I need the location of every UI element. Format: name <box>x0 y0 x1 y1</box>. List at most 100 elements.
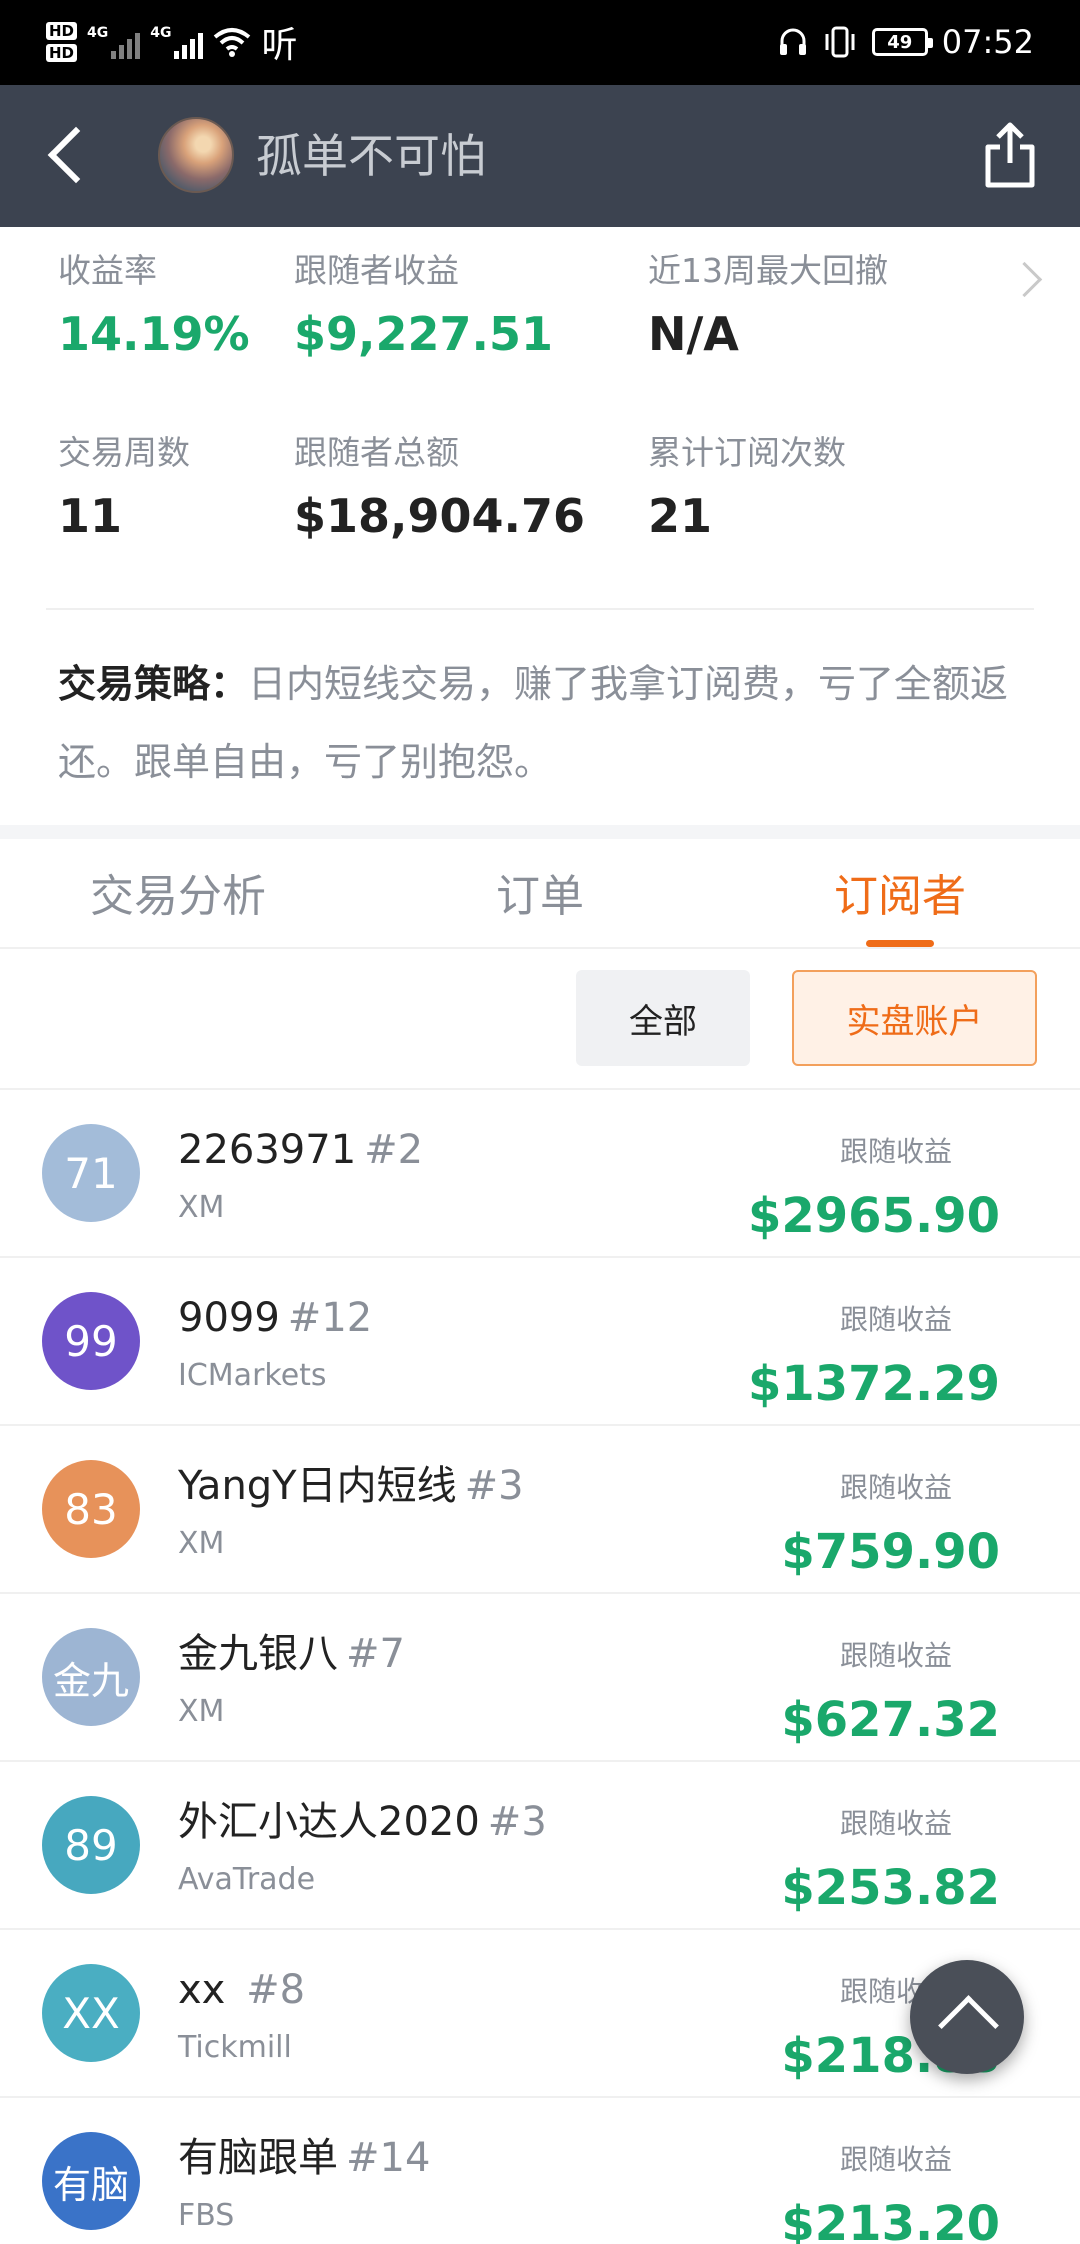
network-type-1: 4G <box>87 25 109 41</box>
subscriber-account: xx <box>178 1967 239 2013</box>
tab-trade-analysis[interactable]: 交易分析 <box>90 869 266 925</box>
earn-value: $2965.90 <box>747 1188 1000 1244</box>
listen-indicator: 听 <box>261 25 298 66</box>
page-title: 孤单不可怕 <box>256 129 486 183</box>
headphones-icon <box>779 28 806 55</box>
active-tab-indicator <box>866 940 934 947</box>
list-item[interactable]: 有脑 有脑跟单 #14 FBS 跟随收益 $213.20 <box>0 2098 1080 2244</box>
filter-bar: 全部 实盘账户 <box>0 950 1080 1090</box>
subscriber-account: 金九银八 <box>178 1631 338 1677</box>
stat-max-drawdown: 近13周最大回撤 N/A <box>648 249 888 365</box>
stat-value: $9,227.51 <box>294 307 553 361</box>
avatar[interactable]: 89 <box>42 1796 140 1894</box>
earn-label: 跟随收益 <box>839 1471 952 1504</box>
chevron-right-icon[interactable] <box>1012 259 1042 299</box>
stat-value: 21 <box>648 489 713 543</box>
earn-value: $1372.29 <box>747 1356 1000 1412</box>
list-item[interactable]: 99 9099 #12 ICMarkets 跟随收益 $1372.29 <box>0 1258 1080 1426</box>
stat-return-rate: 收益率 14.19% <box>58 249 250 365</box>
list-item[interactable]: 金九 金九银八 #7 XM 跟随收益 $627.32 <box>0 1594 1080 1762</box>
earn-label: 跟随收益 <box>839 1639 952 1672</box>
subscriber-name: YangY日内短线 #3 <box>178 1460 524 1512</box>
stat-value: 11 <box>58 489 123 543</box>
subscriber-name: 外汇小达人2020 #3 <box>178 1796 547 1848</box>
list-item[interactable]: 89 外汇小达人2020 #3 AvaTrade 跟随收益 $253.82 <box>0 1762 1080 1930</box>
stat-label: 累计订阅次数 <box>648 433 846 472</box>
subscriber-rank: #8 <box>246 1967 306 2013</box>
wifi-icon <box>214 28 251 57</box>
broker-name: ICMarkets <box>178 1358 327 1393</box>
share-icon[interactable] <box>980 119 1040 191</box>
filter-all-button[interactable]: 全部 <box>576 970 750 1066</box>
stat-value: $18,904.76 <box>294 489 586 543</box>
subscriber-account: 9099 <box>178 1295 280 1341</box>
subscriber-rank: #7 <box>346 1631 405 1677</box>
earn-value: $213.20 <box>781 2196 1000 2244</box>
clock: 07:52 <box>941 23 1034 61</box>
earn-label: 跟随收益 <box>839 1135 952 1168</box>
hd-badges: HD HD <box>46 22 78 62</box>
broker-name: FBS <box>178 2198 235 2233</box>
network-type-2: 4G <box>150 25 172 41</box>
stat-follower-total: 跟随者总额 $18,904.76 <box>294 431 585 547</box>
avatar[interactable]: 99 <box>42 1292 140 1390</box>
subscriber-account: YangY日内短线 <box>178 1463 457 1509</box>
broker-name: XM <box>178 1526 225 1561</box>
subscriber-rank: #3 <box>464 1463 524 1509</box>
status-bar: HD HD 4G 4G 听 49 07:52 <box>0 0 1080 85</box>
stat-subscriptions: 累计订阅次数 21 <box>648 431 846 547</box>
signal-icon-2: 4G <box>150 25 204 59</box>
scroll-to-top-button[interactable] <box>910 1960 1024 2074</box>
filter-real-account-button[interactable]: 实盘账户 <box>792 970 1037 1066</box>
subscriber-account: 2263971 <box>178 1127 357 1173</box>
stat-value: N/A <box>648 307 739 361</box>
status-right: 49 07:52 <box>778 14 1034 70</box>
subscriber-rank: #12 <box>287 1295 373 1341</box>
stat-label: 交易周数 <box>58 433 190 472</box>
earn-label: 跟随收益 <box>839 2143 952 2176</box>
subscriber-list: 71 2263971 #2 XM 跟随收益 $2965.90 99 9099 #12 ICMark… <box>0 1090 1080 2244</box>
avatar[interactable]: 83 <box>42 1460 140 1558</box>
subscriber-account: 外汇小达人2020 <box>178 1799 480 1845</box>
stat-label: 近13周最大回撤 <box>648 251 888 290</box>
status-left: HD HD 4G 4G 听 <box>46 14 298 70</box>
earn-label: 跟随收益 <box>839 1303 952 1336</box>
signal-icon-1: 4G <box>87 25 141 59</box>
stat-trade-weeks: 交易周数 11 <box>58 431 190 547</box>
subscriber-name: 9099 #12 <box>178 1292 372 1344</box>
stat-value: 14.19% <box>58 307 250 361</box>
subscriber-name: 2263971 #2 <box>178 1124 423 1176</box>
back-arrow-icon[interactable] <box>40 123 96 189</box>
tab-orders[interactable]: 订单 <box>496 869 584 925</box>
earn-value: $627.32 <box>781 1692 1000 1748</box>
avatar[interactable]: 有脑 <box>42 2132 140 2230</box>
stats-panel: 收益率 14.19% 跟随者收益 $9,227.51 近13周最大回撤 N/A … <box>0 227 1080 827</box>
stat-follower-profit: 跟随者收益 $9,227.51 <box>294 249 553 365</box>
subscriber-name: 金九银八 #7 <box>178 1628 405 1680</box>
avatar[interactable]: 金九 <box>42 1628 140 1726</box>
earn-label: 跟随收益 <box>839 1807 952 1840</box>
list-item[interactable]: 71 2263971 #2 XM 跟随收益 $2965.90 <box>0 1090 1080 1258</box>
list-item[interactable]: 83 YangY日内短线 #3 XM 跟随收益 $759.90 <box>0 1426 1080 1594</box>
stat-label: 跟随者收益 <box>294 251 459 290</box>
section-gap <box>0 825 1080 839</box>
strategy-text: 交易策略：日内短线交易，赚了我拿订阅费，亏了全额返还。跟单自由，亏了别抱怨。 <box>58 645 1034 801</box>
divider <box>46 608 1034 610</box>
subscriber-rank: #14 <box>346 2135 431 2181</box>
broker-name: XM <box>178 1190 225 1225</box>
subscriber-name: xx #8 <box>178 1964 305 2016</box>
earn-value: $759.90 <box>781 1524 1000 1580</box>
strategy-label: 交易策略： <box>58 662 249 706</box>
avatar[interactable]: XX <box>42 1964 140 2062</box>
hd-badge-1: HD <box>46 22 78 40</box>
stat-label: 跟随者总额 <box>294 433 459 472</box>
stat-label: 收益率 <box>58 251 157 290</box>
battery-icon: 49 <box>871 28 933 56</box>
avatar[interactable]: 71 <box>42 1124 140 1222</box>
subscriber-rank: #2 <box>364 1127 424 1173</box>
subscriber-name: 有脑跟单 #14 <box>178 2132 430 2184</box>
app-header: 孤单不可怕 <box>0 85 1080 227</box>
trader-avatar[interactable] <box>158 117 234 193</box>
broker-name: Tickmill <box>178 2030 292 2065</box>
tab-subscribers[interactable]: 订阅者 <box>834 869 966 925</box>
